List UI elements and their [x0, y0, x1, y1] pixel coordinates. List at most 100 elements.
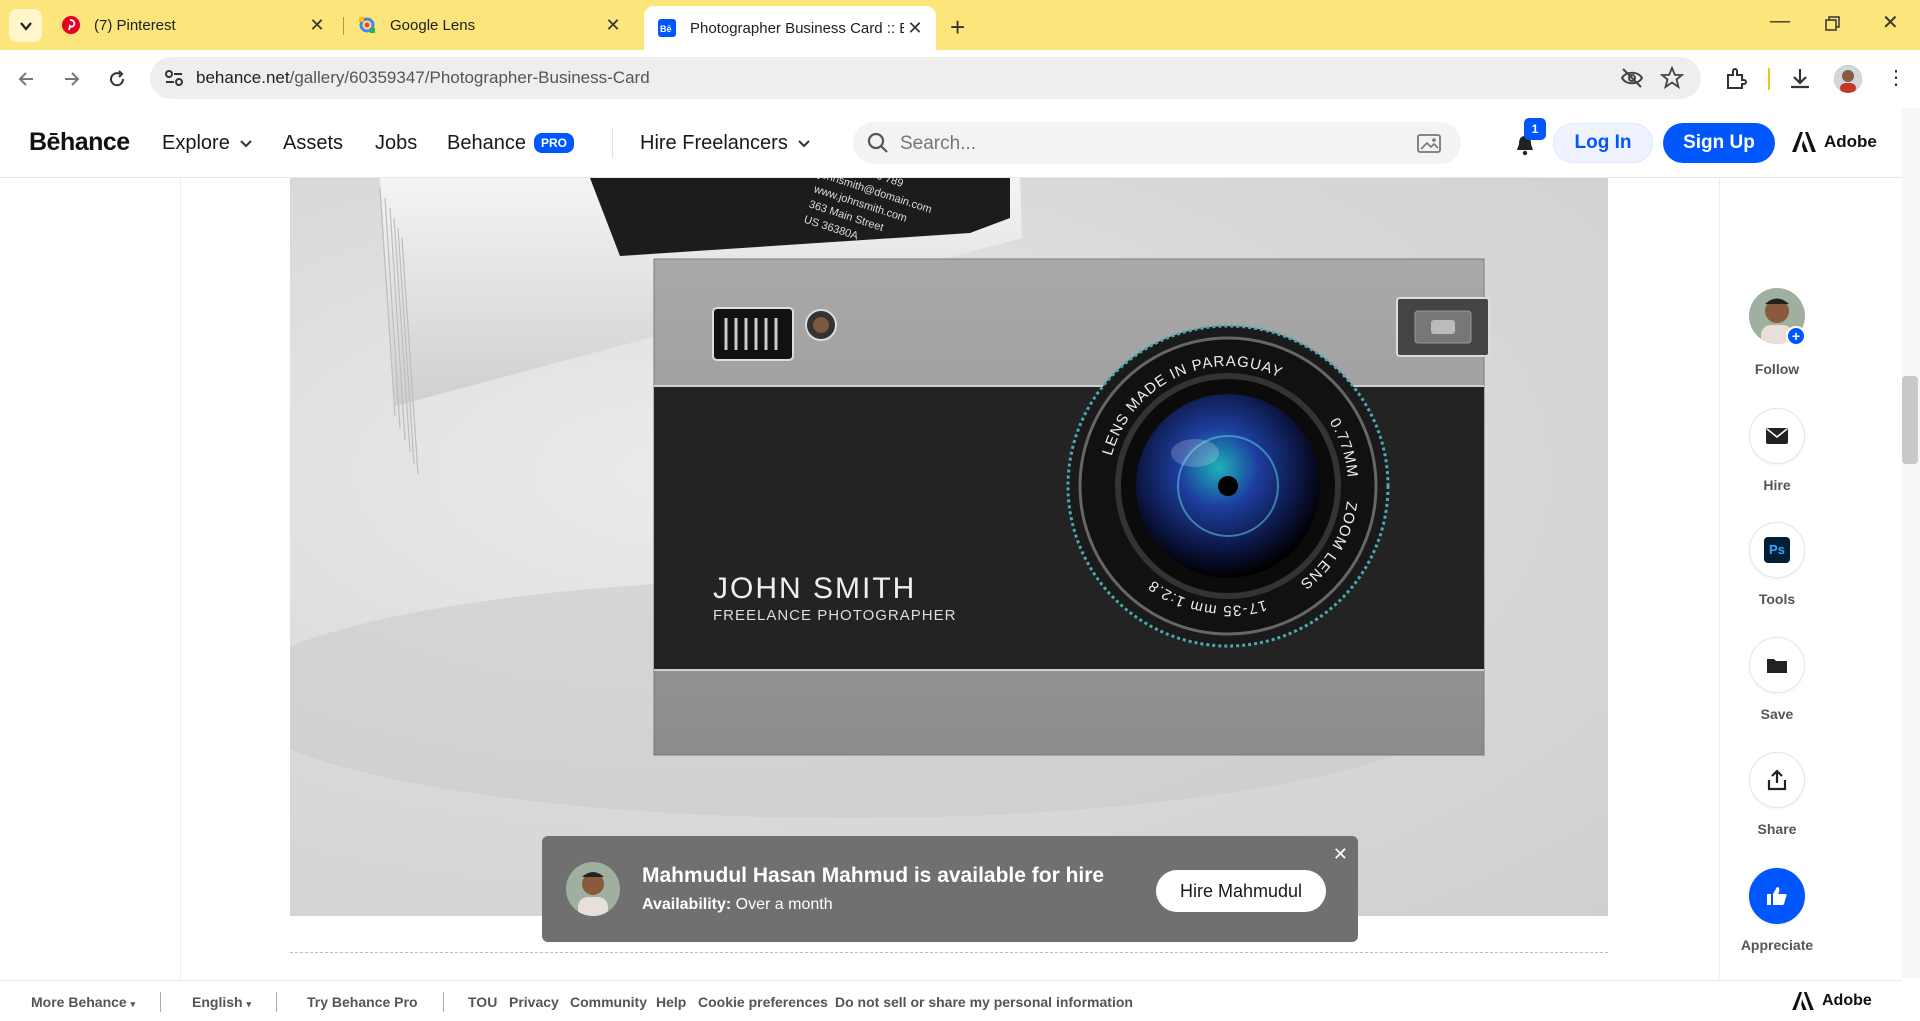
scrollbar-thumb[interactable] [1902, 376, 1918, 464]
mail-icon [1766, 428, 1788, 444]
url-text: behance.net/gallery/60359347/Photographe… [196, 68, 650, 88]
close-window-icon[interactable]: ✕ [1882, 10, 1899, 35]
profile-face-icon [1834, 65, 1862, 93]
footer-try-pro[interactable]: Try Behance Pro [307, 994, 418, 1010]
footer-cookie-preferences[interactable]: Cookie preferences [698, 994, 828, 1010]
url-host: behance.net [196, 68, 290, 87]
behance-logo[interactable]: Bēhance [29, 128, 130, 157]
tab-title: (7) Pinterest [94, 16, 176, 34]
image-search-icon[interactable] [1417, 132, 1443, 154]
tab-google-lens[interactable]: Google Lens ✕ [344, 6, 634, 44]
profile-avatar[interactable] [1834, 65, 1862, 93]
footer-divider [160, 992, 161, 1012]
business-card-mockup: +99 123 456 789 johnsmith@domain.com www… [290, 178, 1490, 818]
arrow-left-icon [18, 72, 33, 86]
follow-label: Follow [1754, 361, 1800, 377]
availability-value: Over a month [735, 896, 833, 913]
tools-action[interactable]: Ps Tools [1748, 522, 1806, 607]
tab-behance-active[interactable]: Bē Photographer Business Card :: B ✕ [644, 6, 936, 50]
chevron-down-icon [798, 140, 811, 148]
adobe-link[interactable]: Adobe [1792, 132, 1877, 152]
signup-button[interactable]: Sign Up [1663, 123, 1775, 163]
chevron-down-icon: ▾ [246, 999, 251, 1009]
hire-creator-button[interactable]: Hire Mahmudul [1156, 870, 1326, 912]
bookmark-star-icon[interactable] [1660, 66, 1684, 90]
nav-explore[interactable]: Explore [162, 132, 253, 155]
share-icon [1767, 769, 1787, 791]
footer-help[interactable]: Help [656, 994, 686, 1010]
pro-badge: PRO [533, 133, 574, 153]
save-action[interactable]: Save [1748, 637, 1806, 722]
tab-search-button[interactable] [9, 9, 42, 42]
page-scrollbar[interactable] [1902, 108, 1920, 978]
nav-hire-label: Hire Freelancers [640, 132, 788, 154]
follow-action[interactable]: + Follow [1748, 288, 1806, 377]
nav-behance-pro[interactable]: Behance PRO [447, 132, 574, 155]
camera-lens [1066, 324, 1390, 648]
footer-divider [276, 992, 277, 1012]
close-tab-icon[interactable]: ✕ [602, 14, 624, 36]
photoshop-icon: Ps [1764, 537, 1790, 563]
browser-toolbar: behance.net/gallery/60359347/Photographe… [0, 50, 1920, 108]
creator-avatar[interactable] [566, 862, 620, 916]
reload-icon [110, 70, 125, 87]
toast-availability: Availability: Over a month [642, 896, 833, 914]
search-placeholder: Search... [900, 133, 977, 154]
minimize-icon[interactable]: — [1770, 10, 1790, 33]
eye-off-icon[interactable] [1620, 66, 1644, 90]
search-input[interactable]: Search... [853, 122, 1461, 164]
thumbs-up-icon [1767, 887, 1787, 905]
close-icon[interactable]: ✕ [1333, 844, 1348, 865]
chevron-down-icon [19, 21, 32, 31]
footer-more-label: More Behance [31, 994, 127, 1010]
footer-language[interactable]: English ▾ [192, 994, 251, 1010]
pinterest-icon [62, 16, 80, 34]
footer-adobe-label: Adobe [1822, 992, 1872, 1009]
forward-button[interactable] [54, 62, 88, 96]
behance-favicon-icon: Bē [658, 19, 676, 37]
hire-toast: Mahmudul Hasan Mahmud is available for h… [542, 836, 1358, 942]
nav-behance-label: Behance [447, 132, 526, 154]
footer-divider [443, 992, 444, 1012]
url-path: /gallery/60359347/Photographer-Business-… [289, 68, 650, 87]
nav-hire-freelancers[interactable]: Hire Freelancers [640, 132, 811, 155]
new-tab-icon[interactable]: + [950, 12, 965, 43]
notification-badge: 1 [1524, 118, 1546, 140]
restore-icon[interactable] [1825, 16, 1841, 32]
chevron-down-icon: ▾ [130, 999, 136, 1009]
footer-tou[interactable]: TOU [468, 994, 497, 1010]
back-button[interactable] [10, 62, 44, 96]
footer-language-label: English [192, 994, 243, 1010]
footer-community[interactable]: Community [570, 994, 647, 1010]
share-action[interactable]: Share [1748, 752, 1806, 837]
folder-icon [1767, 659, 1787, 673]
close-tab-icon[interactable]: ✕ [306, 14, 328, 36]
close-tab-icon[interactable]: ✕ [904, 17, 926, 39]
footer-privacy[interactable]: Privacy [509, 994, 559, 1010]
reload-button[interactable] [100, 62, 134, 96]
behance-header: Bēhance Explore Assets Jobs Behance PRO H… [0, 108, 1920, 178]
footer: More Behance ▾ English ▾ Try Behance Pro… [0, 980, 1902, 1021]
nav-jobs[interactable]: Jobs [375, 132, 417, 155]
adobe-label: Adobe [1824, 132, 1877, 151]
toolbar-divider [1768, 68, 1770, 90]
nav-assets[interactable]: Assets [283, 132, 343, 155]
address-bar[interactable]: behance.net/gallery/60359347/Photographe… [150, 57, 1701, 99]
footer-do-not-sell[interactable]: Do not sell or share my personal informa… [835, 994, 1133, 1010]
tab-pinterest[interactable]: (7) Pinterest ✕ [48, 6, 338, 44]
appreciate-action[interactable]: Appreciate [1741, 868, 1813, 953]
appreciate-label: Appreciate [1740, 937, 1814, 953]
extensions-icon[interactable] [1722, 65, 1750, 93]
footer-adobe-link[interactable]: Adobe [1792, 992, 1872, 1010]
footer-more-behance[interactable]: More Behance ▾ [31, 994, 135, 1010]
card-role: FREELANCE PHOTOGRAPHER [713, 607, 956, 624]
tab-title: Google Lens [390, 16, 476, 34]
adobe-logo-icon [1792, 992, 1814, 1010]
browser-tab-strip: (7) Pinterest ✕ Google Lens ✕ Bē Photogr… [0, 0, 1920, 50]
menu-kebab-icon[interactable]: ⋮ [1886, 65, 1906, 90]
login-button[interactable]: Log In [1553, 123, 1653, 163]
download-icon[interactable] [1786, 65, 1814, 93]
hire-action[interactable]: Hire [1748, 408, 1806, 493]
site-info-icon[interactable] [162, 66, 186, 90]
google-lens-icon [359, 17, 375, 33]
